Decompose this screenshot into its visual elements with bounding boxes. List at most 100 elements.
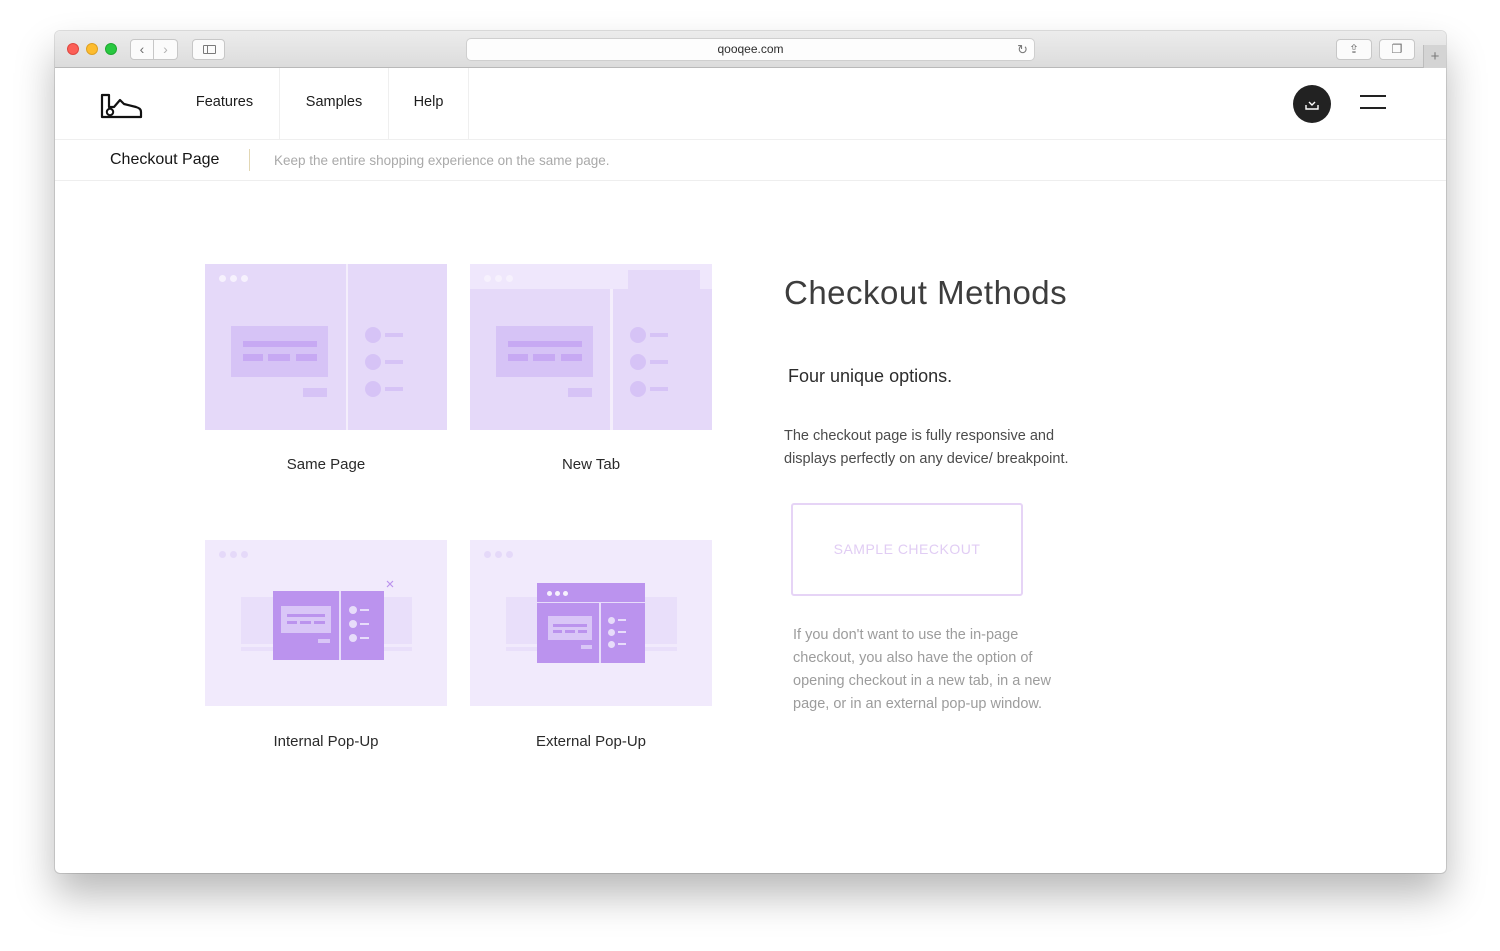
share-button[interactable]: ⇪ (1336, 39, 1372, 60)
window-dot (484, 551, 491, 558)
inbox-download-icon (1305, 101, 1319, 110)
bullet-shape (365, 327, 381, 343)
zoom-window-button[interactable] (105, 43, 117, 55)
window-dot (563, 591, 568, 596)
text-line-shape (314, 621, 325, 624)
sidebar-icon (203, 45, 216, 54)
section-note: If you don't want to use the in-page che… (793, 627, 1051, 712)
subheader-divider (249, 149, 250, 171)
window-dot (230, 551, 237, 558)
window-dot (506, 551, 513, 558)
nav-features[interactable]: Features (170, 68, 280, 139)
text-line-shape (385, 387, 403, 391)
bullet-shape (365, 354, 381, 370)
button-shape (318, 639, 330, 643)
text-line-shape (650, 387, 668, 391)
new-tab-button[interactable]: + (1423, 45, 1446, 68)
window-dot (484, 275, 491, 282)
text-line-shape (243, 341, 317, 347)
bullet-shape (349, 634, 357, 642)
method-label: External Pop-Up (535, 733, 647, 750)
new-tab-shape (628, 270, 700, 289)
text-line-shape (268, 354, 290, 361)
method-tile-new-tab[interactable] (470, 264, 712, 430)
url-text: qooqee.com (717, 42, 784, 56)
text-line-shape (287, 621, 297, 624)
button-shape (303, 388, 327, 397)
window-dot (495, 551, 502, 558)
browser-window: ‹ › qooqee.com ↻ ⇪ ❐ + Features Samples … (55, 31, 1446, 873)
browser-toolbar: ‹ › qooqee.com ↻ ⇪ ❐ + (55, 31, 1446, 68)
page-subheader: Checkout Page Keep the entire shopping e… (55, 140, 1446, 181)
text-line-shape (360, 637, 369, 639)
nav-help[interactable]: Help (389, 68, 469, 139)
cart-button[interactable] (1293, 85, 1331, 123)
show-tabs-button[interactable]: ❐ (1379, 39, 1415, 60)
bullet-shape (608, 629, 615, 636)
text-line-shape (508, 341, 582, 347)
site-header: Features Samples Help (55, 68, 1446, 140)
text-line-shape (618, 643, 626, 645)
text-line-shape (385, 360, 403, 364)
minimize-window-button[interactable] (86, 43, 98, 55)
bullet-shape (349, 620, 357, 628)
sidebar-toggle-button[interactable] (192, 39, 225, 60)
window-dot (495, 275, 502, 282)
hamburger-icon[interactable] (1360, 95, 1386, 111)
text-line-shape (385, 333, 403, 337)
section-heading: Checkout Methods (784, 274, 1068, 311)
sneaker-icon[interactable] (100, 93, 143, 121)
bullet-shape (349, 606, 357, 614)
window-dot (219, 551, 226, 558)
reload-icon[interactable]: ↻ (1017, 39, 1028, 60)
popup-titlebar-divider (537, 602, 645, 603)
back-button[interactable]: ‹ (130, 39, 154, 60)
method-label: Same Page (286, 456, 366, 473)
method-tile-external-popup[interactable] (470, 540, 712, 706)
text-line-shape (360, 609, 369, 611)
close-window-button[interactable] (67, 43, 79, 55)
text-line-shape (243, 354, 263, 361)
forward-button[interactable]: › (154, 39, 178, 60)
address-bar[interactable]: qooqee.com ↻ (466, 38, 1035, 61)
section-description: The checkout page is fully responsive an… (784, 428, 1069, 467)
text-line-shape (618, 619, 626, 621)
text-line-shape (618, 631, 626, 633)
section-subheading: Four unique options. (788, 366, 953, 386)
nav-samples[interactable]: Samples (280, 68, 389, 139)
text-line-shape (650, 333, 668, 337)
button-shape (568, 388, 592, 397)
text-line-shape (360, 623, 369, 625)
method-tile-internal-popup[interactable] (205, 540, 447, 706)
window-dot (230, 275, 237, 282)
window-dot (241, 275, 248, 282)
bullet-shape (630, 327, 646, 343)
text-line-shape (561, 354, 582, 361)
method-label: New Tab (561, 456, 621, 473)
text-line-shape (553, 624, 587, 627)
text-line-shape (565, 630, 575, 633)
bullet-shape (630, 381, 646, 397)
split-divider (610, 289, 613, 430)
product-card-shape (281, 606, 331, 633)
page-title: Checkout Page (110, 151, 220, 168)
sample-checkout-button[interactable]: SAMPLE CHECKOUT (791, 503, 1023, 596)
window-dot (555, 591, 560, 596)
bullet-shape (630, 354, 646, 370)
text-line-shape (650, 360, 668, 364)
button-shape (581, 645, 592, 649)
product-card-shape (548, 616, 592, 640)
page-tagline: Keep the entire shopping experience on t… (274, 153, 610, 168)
bullet-shape (365, 381, 381, 397)
text-line-shape (553, 630, 562, 633)
method-label: Internal Pop-Up (273, 733, 379, 750)
window-dot (506, 275, 513, 282)
window-dot (547, 591, 552, 596)
split-divider (339, 591, 341, 660)
split-divider (599, 603, 601, 663)
text-line-shape (508, 354, 528, 361)
text-line-shape (300, 621, 311, 624)
split-divider (346, 264, 348, 430)
text-line-shape (296, 354, 317, 361)
method-tile-same-page[interactable] (205, 264, 447, 430)
